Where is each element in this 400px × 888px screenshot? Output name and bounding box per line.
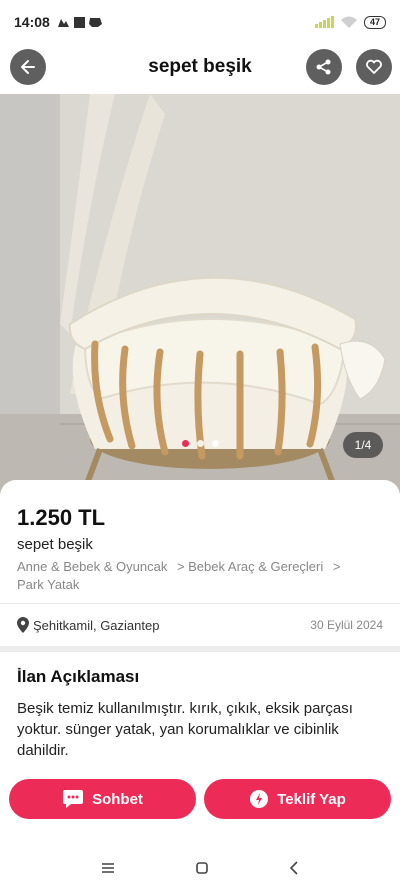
favorite-button[interactable] (356, 49, 392, 85)
notification-icons (57, 17, 102, 28)
location-text: Şehitkamil, Gaziantep (33, 617, 160, 633)
menu-icon[interactable] (101, 862, 115, 874)
heart-icon (366, 59, 382, 74)
location[interactable]: Şehitkamil, Gaziantep (17, 617, 159, 633)
arrow-left-icon (21, 60, 35, 74)
breadcrumb: Anne & Bebek & Oyuncak > Bebek Araç & Ge… (17, 558, 347, 594)
breadcrumb-separator: > (332, 559, 341, 574)
back-nav-icon[interactable] (289, 861, 299, 875)
gallery-dot-active[interactable] (181, 440, 189, 447)
description-text: Beşik temiz kullanılmıştır. kırık, çıkık… (17, 700, 353, 759)
listing-photo[interactable] (0, 94, 400, 494)
section-separator (0, 646, 400, 652)
battery-indicator: 47 (363, 15, 386, 29)
home-icon[interactable] (196, 862, 208, 874)
offer-button-label: Teklif Yap (277, 790, 346, 808)
gallery-dot[interactable] (211, 440, 219, 447)
gallery-pagination (0, 440, 400, 447)
divider (0, 603, 400, 604)
chat-bubble-icon (63, 790, 84, 808)
crib-photo (0, 94, 400, 494)
status-right: 47 (314, 15, 386, 29)
listing-title: sepet beşik (17, 536, 93, 553)
status-time: 14:08 (14, 14, 50, 30)
listing-price: 1.250 TL (17, 505, 106, 530)
breadcrumb-item[interactable]: > Bebek Araç & Gereçleri (177, 559, 323, 574)
offer-coin-icon (250, 790, 269, 808)
wifi-icon (340, 16, 357, 28)
signal-icon (314, 16, 334, 28)
listing-date: 30 Eylül 2024 (310, 618, 383, 632)
page-title: sepet beşik (148, 56, 252, 77)
status-left: 14:08 (14, 14, 106, 30)
app-header: sepet beşik (0, 44, 400, 90)
gallery-dot[interactable] (196, 440, 204, 447)
chat-button-label: Sohbet (92, 790, 143, 808)
breadcrumb-item[interactable]: Park Yatak (17, 577, 79, 592)
share-button[interactable] (306, 49, 342, 85)
share-icon (316, 59, 331, 75)
make-offer-button[interactable]: Teklif Yap (204, 779, 391, 819)
location-row: Şehitkamil, Gaziantep 30 Eylül 2024 (17, 612, 383, 638)
gallery-counter: 1/4 (343, 432, 383, 458)
breadcrumb-item[interactable]: Anne & Bebek & Oyuncak (17, 559, 167, 574)
map-pin-icon (17, 617, 29, 633)
system-nav-bar (0, 848, 400, 888)
back-button[interactable] (10, 49, 46, 85)
chat-button[interactable]: Sohbet (9, 779, 196, 819)
description-heading: İlan Açıklaması (17, 667, 140, 686)
status-bar: 14:08 47 (0, 0, 400, 44)
